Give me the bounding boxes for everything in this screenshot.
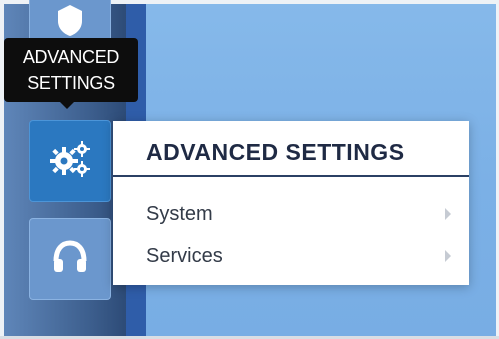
support-button[interactable] [29, 218, 111, 300]
menu-item-label: Services [146, 244, 223, 267]
tooltip-line-1: ADVANCED [22, 47, 120, 67]
advanced-settings-menu: ADVANCED SETTINGS System Services [113, 121, 469, 285]
menu-title: ADVANCED SETTINGS [146, 139, 405, 165]
gears-icon [44, 133, 96, 190]
tooltip-line-2: SETTINGS [27, 73, 115, 93]
chevron-right-icon [445, 250, 451, 262]
menu-divider [113, 175, 469, 177]
headset-icon [48, 235, 92, 284]
advanced-settings-button[interactable] [29, 120, 111, 202]
menu-item-label: System [146, 202, 213, 225]
menu-item-services[interactable]: Services [113, 238, 469, 274]
tooltip: ADVANCED SETTINGS [4, 38, 138, 102]
chevron-right-icon [445, 208, 451, 220]
menu-item-system[interactable]: System [113, 196, 469, 232]
tooltip-arrow [59, 101, 75, 109]
shield-icon [50, 0, 90, 44]
